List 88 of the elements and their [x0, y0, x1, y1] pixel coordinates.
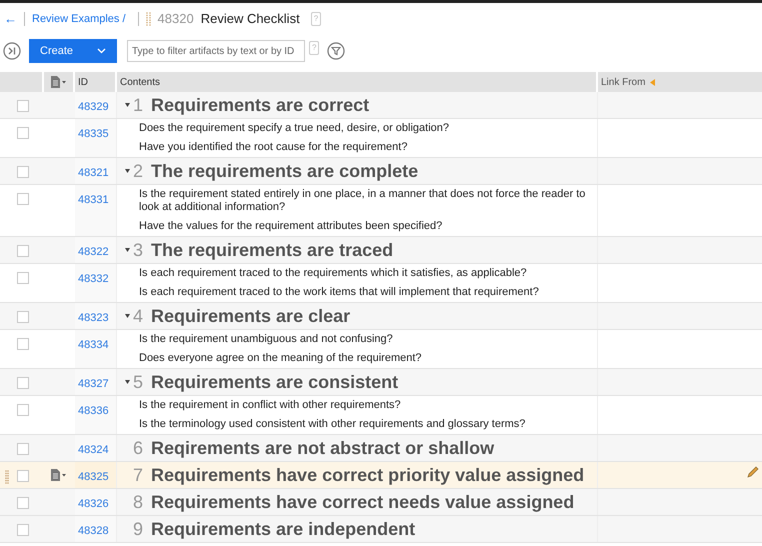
create-button[interactable]: Create	[29, 39, 117, 63]
row-checkbox[interactable]	[17, 377, 29, 389]
collapse-toggle-icon[interactable]	[125, 248, 130, 252]
table-row[interactable]: 48326 8 Requirements have correct needs value assigned	[0, 489, 762, 516]
heading-number: 7	[133, 464, 144, 486]
column-header[interactable]: Link From	[601, 74, 646, 90]
row-checkbox[interactable]	[17, 245, 29, 257]
checklist-question: Have the values for the requirement attributes been specified?	[139, 220, 444, 233]
heading-number: 1	[133, 94, 144, 116]
heading-number: 9	[133, 518, 144, 540]
column-header[interactable]: ID	[78, 74, 88, 90]
artifact-id-link[interactable]: 48326	[78, 498, 109, 510]
table-row[interactable]: 48329 1 Requirements are correct	[0, 92, 762, 119]
artifact-id-link[interactable]: 48321	[78, 167, 109, 179]
table-row[interactable]: 48328 9 Requirements are independent	[0, 516, 762, 543]
artifact-id-link[interactable]: 48331	[78, 194, 109, 206]
table-row[interactable]: 48336 Is the requirement in conflict with other requirements? Is the terminology used consistent with other requirements and glossary terms?	[0, 396, 762, 435]
row-checkbox[interactable]	[17, 127, 29, 139]
heading-title: Requirements are correct	[151, 94, 370, 117]
collapse-toggle-icon[interactable]	[125, 169, 130, 173]
row-checkbox[interactable]	[17, 443, 29, 455]
row-checkbox[interactable]	[17, 470, 29, 482]
checklist-question: Have you identified the root cause for the requirement?	[139, 141, 408, 154]
artifact-id-link[interactable]: 48322	[78, 246, 109, 258]
pencil-icon[interactable]	[746, 465, 760, 479]
table-row[interactable]: 48322 3 The requirements are traced	[0, 237, 762, 264]
heading-number: 4	[133, 304, 144, 328]
checklist-question: Is the requirement stated entirely in one place, in a manner that does not force the reader to look at additional information?	[139, 188, 586, 214]
checklist-question: Is the terminology used consistent with other requirements and glossary terms?	[139, 418, 526, 431]
heading-title: Requirements have correct needs value assigned	[151, 490, 574, 514]
column-type-menu-icon[interactable]	[50, 76, 66, 88]
heading-number: 3	[133, 238, 144, 262]
table-row[interactable]: 48321 2 The requirements are complete	[0, 158, 762, 185]
heading-title: Requirements are clear	[151, 304, 350, 328]
heading-title: Requirements are consistent	[151, 370, 398, 394]
artifact-id-link[interactable]: 48323	[78, 312, 109, 324]
row-checkbox[interactable]	[17, 338, 29, 350]
table-row[interactable]: 48334 Is the requirement unambiguous and not confusing? Does everyone agree on the meaning of the requirement?	[0, 330, 762, 369]
heading-title: Requirements have correct priority value assigned	[151, 464, 584, 487]
row-checkbox[interactable]	[17, 311, 29, 323]
heading-title: Reqirements are not abstract or shallow	[151, 436, 494, 460]
row-checkbox[interactable]	[17, 497, 29, 509]
collapse-toggle-icon[interactable]	[125, 314, 130, 318]
checklist-question: Is each requirement traced to the work items that will implement that requirement?	[139, 286, 540, 299]
artifact-id-link[interactable]: 48327	[78, 378, 109, 390]
chevron-down-icon	[97, 48, 106, 54]
row-checkbox[interactable]	[17, 272, 29, 284]
table-row[interactable]: 48335 Does the requirement specify a true need, desire, or obligation? Have you identified the root cause for the requirement?	[0, 119, 762, 158]
table-row[interactable]: 48331 Is the requirement stated entirely in one place, in a manner that does not force the reader to look at additional information? Have the values for the requirement attributes been specified?	[0, 185, 762, 237]
breadcrumb-link[interactable]: Review Examples /	[32, 10, 126, 28]
triangle-left-icon[interactable]	[650, 78, 656, 86]
drag-handle-icon[interactable]	[5, 470, 9, 484]
checklist-question: Does the requirement specify a true need, desire, or obligation?	[139, 122, 450, 135]
artifact-id-link[interactable]: 48328	[78, 525, 109, 537]
artifact-id-link[interactable]: 48329	[78, 101, 109, 113]
artifact-id-link[interactable]: 48324	[78, 444, 109, 456]
back-arrow-link[interactable]: ←	[4, 9, 17, 29]
row-checkbox[interactable]	[17, 404, 29, 416]
heading-number: 5	[133, 370, 144, 394]
checklist-question: Is each requirement traced to the requirements which it satisfies, as applicable?	[139, 267, 528, 280]
grip-icon	[146, 12, 151, 26]
document-title: Review Checklist	[200, 10, 300, 28]
checklist-question: Is the requirement in conflict with other requirements?	[139, 399, 402, 412]
row-checkbox[interactable]	[17, 166, 29, 178]
filter-icon[interactable]	[327, 42, 346, 60]
row-checkbox[interactable]	[17, 193, 29, 205]
row-checkbox[interactable]	[17, 100, 29, 112]
table-row[interactable]: 48332 Is each requirement traced to the requirements which it satisfies, as applicable? Is each requirement traced to the work items that will implement that requirement?	[0, 264, 762, 303]
collapse-toggle-icon[interactable]	[125, 103, 130, 107]
heading-number: 2	[133, 160, 144, 182]
checklist-question: Does everyone agree on the meaning of the requirement?	[139, 352, 423, 365]
heading-title: The requirements are traced	[151, 238, 394, 262]
heading-number: 8	[133, 490, 144, 514]
document-type-icon[interactable]	[50, 469, 66, 481]
heading-number: 6	[133, 436, 144, 460]
table-row[interactable]: 48325 7 Requirements have correct priority value assigned	[0, 462, 762, 489]
heading-title: The requirements are complete	[151, 160, 418, 183]
row-checkbox[interactable]	[17, 524, 29, 536]
checklist-question: Is the requirement unambiguous and not confusing?	[139, 333, 394, 346]
filter-input-field[interactable]: Type to filter artifacts by text or by ID	[127, 40, 305, 62]
heading-title: Requirements are independent	[151, 518, 416, 541]
table-row[interactable]: 48323 4 Requirements are clear	[0, 303, 762, 330]
collapse-toggle-icon[interactable]	[125, 380, 130, 384]
column-header[interactable]: Contents	[120, 74, 160, 90]
table-row[interactable]: 48327 5 Requirements are consistent	[0, 369, 762, 396]
sidebar-toggle-icon[interactable]	[3, 42, 21, 60]
table-row[interactable]: 48324 6 Reqirements are not abstract or shallow	[0, 435, 762, 462]
document-id: 48320	[158, 10, 194, 28]
